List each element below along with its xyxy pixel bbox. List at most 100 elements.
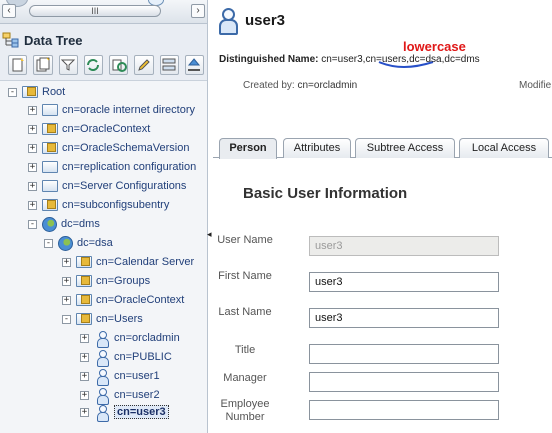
expand-toggle[interactable]: + [62, 295, 71, 305]
tree-node[interactable]: + cn=PUBLIC [80, 348, 172, 367]
tree-node[interactable]: + cn=Groups [62, 272, 150, 290]
edit-button[interactable] [134, 55, 154, 75]
tree-node-root[interactable]: - Root [8, 83, 65, 101]
pencil-icon [138, 59, 150, 71]
created-by-label: Created by: [243, 80, 295, 91]
tree-node-label[interactable]: Root [42, 86, 65, 98]
collapse-panel-arrow[interactable]: ◂ [207, 229, 212, 240]
refresh-entry-button[interactable] [109, 55, 129, 75]
collapse-button[interactable] [159, 55, 179, 75]
folder-icon [42, 199, 58, 211]
tree-node-label[interactable]: cn=user1 [114, 370, 160, 382]
manager-input[interactable] [309, 372, 499, 392]
tree-node[interactable]: - cn=Users [62, 310, 143, 328]
folder-icon [42, 123, 58, 135]
last-name-input[interactable]: user3 [309, 308, 499, 328]
user-icon [219, 8, 238, 35]
tree-node-label[interactable]: cn=Groups [96, 275, 150, 287]
tree-node-label[interactable]: cn=Users [96, 313, 143, 325]
tree-node[interactable]: + cn=replication configuration [28, 158, 196, 176]
tree-node[interactable]: - dc=dsa [44, 234, 113, 252]
tree-node-label[interactable]: cn=subconfigsubentry [62, 199, 169, 211]
create-entry-button[interactable] [8, 55, 28, 75]
tree-node[interactable]: + cn=OracleSchemaVersion [28, 139, 189, 157]
folder-icon [42, 104, 58, 116]
filter-button[interactable] [58, 55, 78, 75]
tree-node[interactable]: - dc=dms [28, 215, 100, 233]
tree-node-label[interactable]: cn=user2 [114, 389, 160, 401]
tree-node[interactable]: + cn=user1 [80, 367, 160, 386]
tree-node-label[interactable]: cn=user3 [114, 405, 169, 419]
filter-icon [60, 59, 76, 71]
tree-node-label[interactable]: dc=dms [61, 218, 100, 230]
tree-node-label[interactable]: cn=Server Configurations [62, 180, 186, 192]
tree-node-label[interactable]: cn=replication configuration [62, 161, 196, 173]
scroll-right-button[interactable]: › [191, 4, 205, 18]
collapse-toggle[interactable]: - [8, 87, 17, 97]
tab-local-access[interactable]: Local Access [459, 138, 549, 158]
expand-toggle[interactable]: + [28, 105, 37, 115]
first-name-input[interactable]: user3 [309, 272, 499, 292]
domain-icon [58, 235, 73, 251]
expand-toggle[interactable]: + [80, 390, 89, 400]
collapse-toggle[interactable]: - [44, 238, 53, 248]
create-like-button[interactable] [33, 55, 53, 75]
tree-node-selected[interactable]: + cn=user3 [80, 403, 169, 422]
scroll-left-button[interactable]: ‹ [2, 4, 16, 18]
expand-toggle[interactable]: + [62, 276, 71, 286]
expand-toggle[interactable]: + [80, 407, 89, 417]
tree-node-label[interactable]: dc=dsa [77, 237, 113, 249]
tree-node[interactable]: + cn=OracleContext [28, 120, 150, 138]
expand-toggle[interactable]: + [28, 124, 37, 134]
collapse-toggle[interactable]: - [62, 314, 71, 324]
distinguished-name-row: Distinguished Name: cn=user3,cn=users,dc… [219, 54, 480, 65]
field-row-first-name: First Name user3 [213, 270, 552, 294]
tab-attributes[interactable]: Attributes [283, 138, 351, 158]
horizontal-scrollbar[interactable]: ‹ III › [0, 0, 207, 24]
panel-splitter[interactable] [208, 0, 212, 433]
tree-node-label[interactable]: cn=oracle internet directory [62, 104, 195, 116]
tree-node-label[interactable]: cn=orcladmin [114, 332, 180, 344]
tree-node[interactable]: + cn=oracle internet directory [28, 101, 195, 119]
tree-node[interactable]: + cn=Calendar Server [62, 253, 194, 271]
expand-toggle[interactable]: + [28, 162, 37, 172]
user-icon [97, 404, 109, 422]
tree-node-label[interactable]: cn=OracleContext [96, 294, 184, 306]
annotation-text: lowercase [403, 39, 466, 54]
scrollbar-track[interactable]: III [17, 5, 189, 17]
tree-node-label[interactable]: cn=OracleContext [62, 123, 150, 135]
expand-toggle[interactable]: + [80, 352, 89, 362]
field-row-last-name: Last Name user3 [213, 306, 552, 330]
field-row-title: Title [213, 342, 552, 366]
tree-node[interactable]: + cn=OracleContext [62, 291, 184, 309]
expand-button[interactable] [184, 55, 204, 75]
data-tree-icon [2, 32, 19, 48]
tree-node[interactable]: + cn=orcladmin [80, 329, 180, 348]
tree-node[interactable]: + cn=Server Configurations [28, 177, 186, 195]
refresh-icon [87, 59, 100, 71]
tree-node-label[interactable]: cn=Calendar Server [96, 256, 194, 268]
entry-header: user3 [219, 8, 285, 35]
dn-label: Distinguished Name: [219, 54, 319, 65]
tree-node-label[interactable]: cn=OracleSchemaVersion [62, 142, 189, 154]
collapse-toggle[interactable]: - [28, 219, 37, 229]
expand-toggle[interactable]: + [28, 200, 37, 210]
expand-toggle[interactable]: + [28, 181, 37, 191]
root-folder-icon [22, 86, 38, 98]
refresh-subtree-button[interactable] [83, 55, 103, 75]
employee-number-input[interactable] [309, 400, 499, 420]
user-name-input: user3 [309, 236, 499, 256]
expand-toggle[interactable]: + [28, 143, 37, 153]
tab-bar: Person Attributes Subtree Access Local A… [213, 138, 552, 159]
tab-person[interactable]: Person [219, 138, 277, 159]
expand-toggle[interactable]: + [80, 333, 89, 343]
tree-node[interactable]: + cn=subconfigsubentry [28, 196, 169, 214]
expand-toggle[interactable]: + [62, 257, 71, 267]
expand-toggle[interactable]: + [80, 371, 89, 381]
title-input[interactable] [309, 344, 499, 364]
tree-node[interactable]: + cn=user2 [80, 386, 160, 405]
folder-icon [42, 180, 58, 192]
tab-subtree-access[interactable]: Subtree Access [355, 138, 455, 158]
scrollbar-thumb[interactable]: III [29, 5, 161, 17]
tree-node-label[interactable]: cn=PUBLIC [114, 351, 172, 363]
